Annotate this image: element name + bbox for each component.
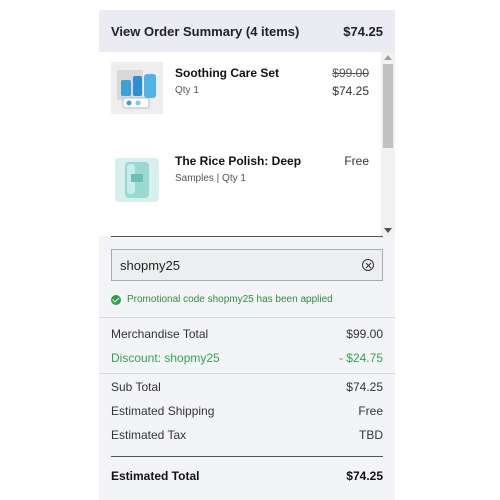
divider bbox=[99, 373, 395, 374]
merchandise-total-value: $99.00 bbox=[346, 327, 383, 341]
item-name[interactable]: The Rice Polish: Deep bbox=[175, 154, 301, 168]
clear-promo-icon[interactable] bbox=[362, 259, 374, 271]
scroll-down-arrow-icon[interactable] bbox=[384, 228, 392, 233]
item-quantity: Qty 1 bbox=[175, 85, 199, 96]
divider bbox=[111, 456, 383, 457]
cart-item: Soothing Care Set Qty 1 $99.00 $74.25 bbox=[99, 52, 381, 144]
divider bbox=[111, 236, 383, 237]
discount-label: Discount: shopmy25 bbox=[111, 351, 220, 365]
shipping-row: Estimated Shipping Free bbox=[111, 404, 383, 418]
shipping-value: Free bbox=[358, 404, 383, 418]
order-summary-total: $74.25 bbox=[343, 23, 383, 39]
scroll-up-arrow-icon[interactable] bbox=[384, 55, 392, 60]
items-scrollbar[interactable] bbox=[381, 52, 395, 236]
promo-applied-text: Promotional code shopmy25 has been appli… bbox=[127, 294, 333, 305]
product-image-soothing-care-set bbox=[111, 62, 163, 114]
merchandise-total-label: Merchandise Total bbox=[111, 327, 209, 341]
item-price: Free bbox=[344, 154, 369, 168]
promo-code-field[interactable]: shopmy25 bbox=[111, 249, 383, 281]
subtotal-label: Sub Total bbox=[111, 380, 161, 394]
estimated-total-label: Estimated Total bbox=[111, 469, 200, 483]
cart-items-list[interactable]: Soothing Care Set Qty 1 $99.00 $74.25 Th… bbox=[99, 52, 395, 236]
checkmark-icon bbox=[111, 294, 121, 305]
order-summary-title: View Order Summary (4 items) bbox=[111, 23, 300, 39]
estimated-total-row: Estimated Total $74.25 bbox=[111, 469, 383, 483]
item-quantity: Samples | Qty 1 bbox=[175, 173, 246, 184]
item-name[interactable]: Soothing Care Set bbox=[175, 66, 279, 80]
discount-value: - $24.75 bbox=[338, 351, 383, 365]
subtotal-row: Sub Total $74.25 bbox=[111, 380, 383, 394]
promo-code-value[interactable]: shopmy25 bbox=[120, 258, 362, 273]
product-image-rice-polish bbox=[111, 154, 163, 206]
item-price: $74.25 bbox=[332, 84, 369, 98]
order-summary-toggle[interactable]: View Order Summary (4 items) $74.25 bbox=[99, 10, 395, 52]
tax-value: TBD bbox=[359, 428, 383, 442]
scrollbar-thumb[interactable] bbox=[383, 64, 393, 148]
tax-row: Estimated Tax TBD bbox=[111, 428, 383, 442]
tax-label: Estimated Tax bbox=[111, 428, 187, 442]
cart-item: The Rice Polish: Deep Samples | Qty 1 Fr… bbox=[99, 144, 381, 236]
item-original-price: $99.00 bbox=[332, 66, 369, 80]
divider bbox=[99, 317, 395, 318]
subtotal-value: $74.25 bbox=[346, 380, 383, 394]
estimated-total-value: $74.25 bbox=[346, 469, 383, 483]
order-summary-panel: View Order Summary (4 items) $74.25 Soot… bbox=[99, 10, 395, 500]
promo-applied-message: Promotional code shopmy25 has been appli… bbox=[111, 294, 333, 305]
shipping-label: Estimated Shipping bbox=[111, 404, 215, 418]
merchandise-total-row: Merchandise Total $99.00 bbox=[111, 327, 383, 341]
discount-row: Discount: shopmy25 - $24.75 bbox=[111, 351, 383, 365]
